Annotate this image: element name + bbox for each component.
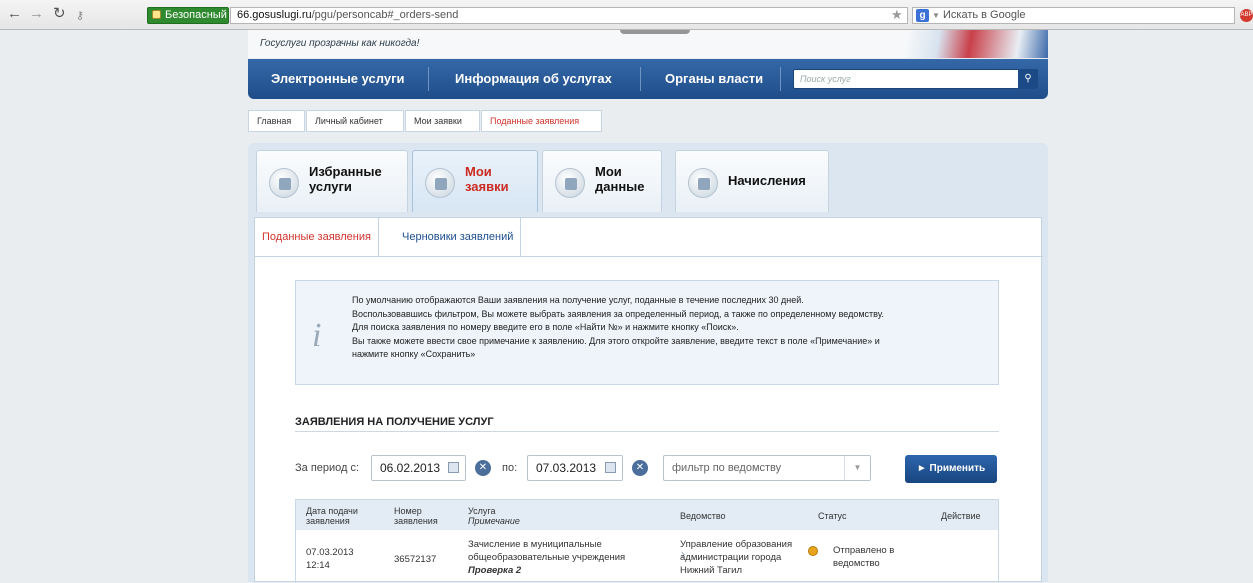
search-engine-dropdown-icon[interactable]: ▼ <box>932 11 940 20</box>
orders-icon <box>425 168 455 198</box>
secure-label: Безопасный <box>165 9 227 21</box>
info-line: нажмите кнопку «Сохранить» <box>352 349 476 359</box>
nav-electronic-services[interactable]: Электронные услуги <box>271 59 405 99</box>
tab-label: Мои заявки <box>465 164 509 194</box>
url-domain: 66.gosuslugi.ru <box>237 9 312 21</box>
col-agency-header: Ведомство <box>680 511 726 521</box>
status-play-icon <box>808 546 818 556</box>
department-filter-select[interactable]: фильтр по ведомству ▼ <box>663 455 871 481</box>
table-header: Дата подачи заявления Номер заявления Ус… <box>296 500 998 530</box>
tab-submitted-applications[interactable]: Поданные заявления <box>255 218 379 256</box>
filter-bar: За период с: 06.02.2013 ✕ по: 07.03.2013… <box>295 455 999 483</box>
calendar-icon[interactable] <box>605 462 616 473</box>
secure-connection-badge[interactable]: Безопасный <box>147 7 229 24</box>
favorites-icon <box>269 168 299 198</box>
col-status-header: Статус <box>818 511 847 521</box>
section-divider <box>295 431 999 432</box>
department-filter-placeholder: фильтр по ведомству <box>672 462 782 474</box>
back-arrow-icon[interactable]: ← <box>7 6 22 22</box>
col-action-header: Действие <box>941 511 981 521</box>
tab-label: Избранные услуги <box>309 164 382 194</box>
info-line: Воспользовавшись фильтром, Вы можете выб… <box>352 308 884 319</box>
breadcrumb-home[interactable]: Главная <box>248 110 305 132</box>
site-banner: Госуслуги прозрачны как никогда! <box>248 30 1048 58</box>
date-from-input[interactable]: 06.02.2013 <box>371 455 466 481</box>
cabinet-content: Поданные заявления Черновики заявлений i… <box>254 217 1043 583</box>
browser-toolbar: ← → ↻ ⚷ Безопасный 66.gosuslugi.ru/pgu/p… <box>0 0 1253 30</box>
service-search-input[interactable]: Поиск услуг <box>793 69 1024 89</box>
tab-charges[interactable]: Начисления <box>675 150 829 212</box>
google-g-icon: g <box>916 9 929 22</box>
charges-icon <box>688 168 718 198</box>
address-bar[interactable]: 66.gosuslugi.ru/pgu/personcab#_orders-se… <box>230 7 908 24</box>
adblock-icon[interactable]: ABP <box>1240 9 1253 22</box>
adblock-label: ABP <box>1240 12 1253 18</box>
col-service-header: Услуга Примечание <box>468 506 520 526</box>
info-box: i По умолчанию отображаются Ваши заявлен… <box>295 280 999 385</box>
site-slogan: Госуслуги прозрачны как никогда! <box>260 38 420 49</box>
info-line: По умолчанию отображаются Ваши заявления… <box>352 295 804 305</box>
applications-table: Дата подачи заявления Номер заявления Ус… <box>295 499 999 583</box>
info-line: Вы также можете ввести свое примечание к… <box>352 335 880 346</box>
col-service-label: Услуга <box>468 506 496 516</box>
tab-my-data[interactable]: Мои данные <box>542 150 662 212</box>
nav-authorities[interactable]: Органы власти <box>665 59 763 99</box>
browser-search-box[interactable]: g ▼ Искать в Google <box>912 7 1235 24</box>
banner-decoration <box>620 30 690 34</box>
key-icon[interactable]: ⚷ <box>76 8 84 24</box>
nav-divider <box>780 67 781 91</box>
cell-status: Отправлено в ведомство <box>833 545 895 569</box>
breadcrumb-orders[interactable]: Мои заявки <box>405 110 480 132</box>
tab-draft-applications[interactable]: Черновики заявлений <box>395 218 522 256</box>
tab-label: Мои данные <box>595 164 645 194</box>
clear-date-to-icon[interactable]: ✕ <box>632 460 648 476</box>
breadcrumb-cabinet[interactable]: Личный кабинет <box>306 110 404 132</box>
col-number-header: Номер заявления <box>394 506 438 526</box>
date-to-input[interactable]: 07.03.2013 <box>527 455 623 481</box>
search-icon: ⚲ <box>1024 73 1032 84</box>
period-from-label: За период с: <box>295 462 360 474</box>
info-text: По умолчанию отображаются Ваши заявления… <box>352 294 992 362</box>
section-title: ЗАЯВЛЕНИЯ НА ПОЛУЧЕНИЕ УСЛУГ <box>295 416 494 428</box>
nav-divider <box>640 67 641 91</box>
tab-divider <box>255 256 1043 257</box>
cabinet-panel: Избранные услуги Мои заявки Мои данные Н… <box>248 143 1048 583</box>
lock-icon <box>152 10 161 19</box>
main-nav: Электронные услуги Информация об услугах… <box>248 59 1048 99</box>
tab-my-orders[interactable]: Мои заявки <box>412 150 538 212</box>
tab-favorite-services[interactable]: Избранные услуги <box>256 150 408 212</box>
reload-icon[interactable]: ↻ <box>53 6 66 22</box>
info-line: Для поиска заявления по номеру введите е… <box>352 322 739 332</box>
col-note-label: Примечание <box>468 516 520 526</box>
profile-data-icon <box>555 168 585 198</box>
cell-number: 36572137 <box>394 554 437 565</box>
date-to-value: 07.03.2013 <box>536 461 597 475</box>
date-from-value: 06.02.2013 <box>380 461 441 475</box>
info-icon: i <box>312 317 322 354</box>
calendar-icon[interactable] <box>448 462 459 473</box>
col-date-header: Дата подачи заявления <box>306 506 358 526</box>
clear-date-from-icon[interactable]: ✕ <box>475 460 491 476</box>
cell-agency: Управление образования администрации гор… <box>680 539 793 576</box>
apply-button[interactable]: ► Применить <box>905 455 997 483</box>
search-button[interactable]: ⚲ <box>1018 69 1038 89</box>
tab-label: Начисления <box>728 173 806 188</box>
forward-arrow-icon[interactable]: → <box>29 6 44 22</box>
cell-date: 07.03.2013 12:14 <box>306 547 354 571</box>
nav-divider <box>428 67 429 91</box>
chevron-down-icon: ▼ <box>844 456 870 480</box>
browser-search-placeholder: Искать в Google <box>942 9 1026 21</box>
to-label: по: <box>502 462 518 474</box>
cell-service: Зачисление в муниципальные общеобразоват… <box>468 539 626 563</box>
breadcrumb-current: Поданные заявления <box>481 110 602 132</box>
nav-services-info[interactable]: Информация об услугах <box>455 59 612 99</box>
url-path: /pgu/personcab#_orders-send <box>311 9 459 21</box>
cell-note: Проверка 2 <box>468 565 522 576</box>
bookmark-star-icon[interactable]: ★ <box>891 8 903 22</box>
